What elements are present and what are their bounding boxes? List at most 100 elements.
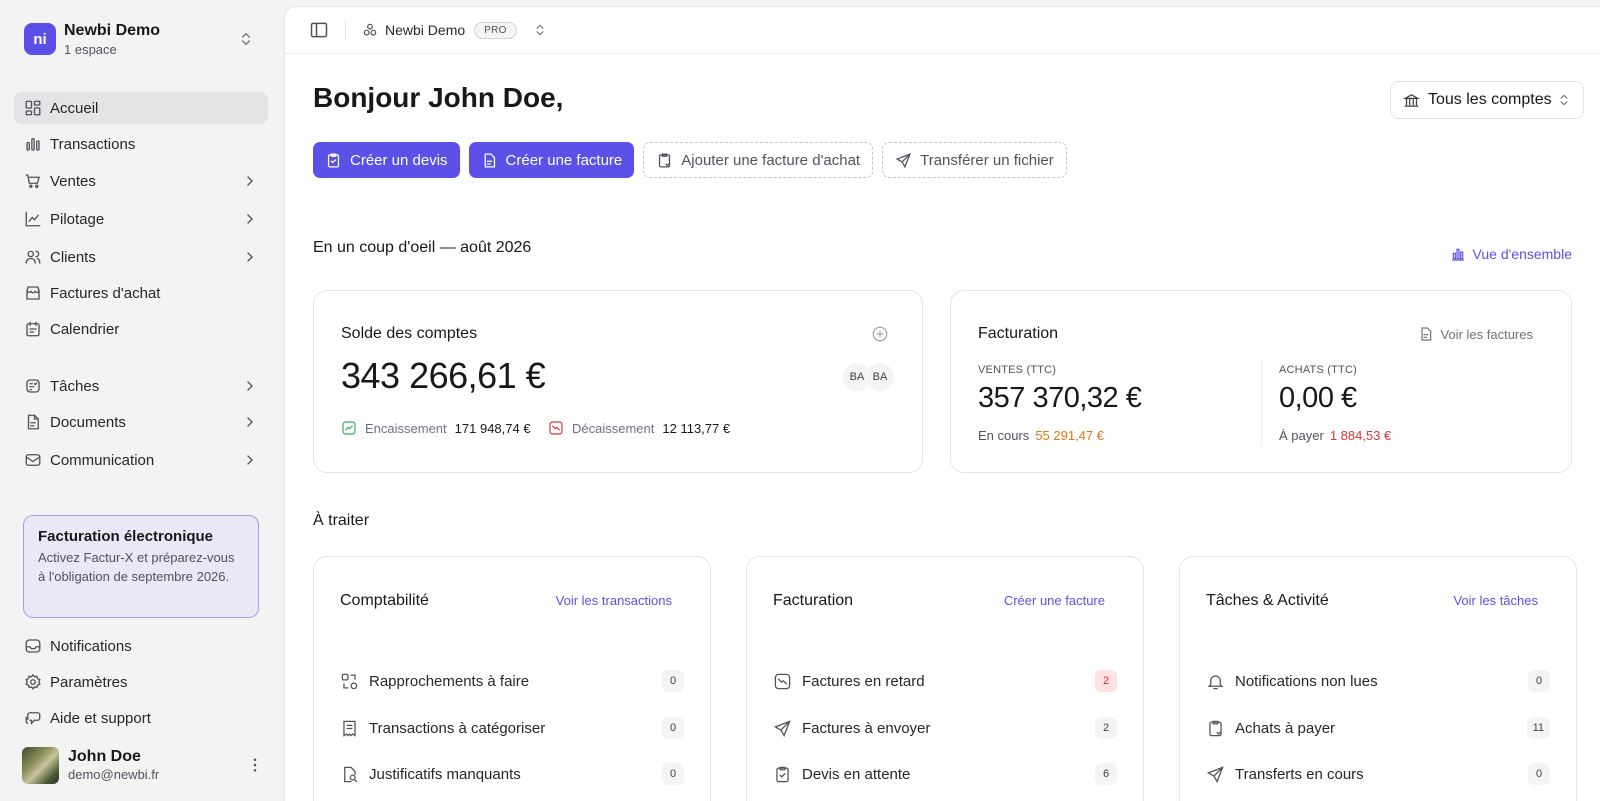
quick-actions: Créer un devis Créer une facture Ajouter…	[313, 142, 1067, 178]
sidebar: ni Newbi Demo 1 espace Accueil Transacti…	[0, 0, 284, 801]
sidebar-item-communication[interactable]: Communication	[14, 444, 268, 476]
promo-title: Facturation électronique	[38, 528, 214, 545]
promo-text: Activez Factur-X et préparez-vous à l'ob…	[38, 550, 235, 584]
purchases-due-label: À payer	[1279, 428, 1324, 443]
chevrons-up-down-icon	[238, 31, 254, 47]
user-email: demo@newbi.fr	[68, 767, 160, 782]
sidebar-item-label: Accueil	[50, 99, 99, 117]
todo-row-label: Rapprochements à faire	[369, 672, 530, 690]
divider	[1261, 361, 1262, 445]
sidebar-item-accueil[interactable]: Accueil	[14, 92, 268, 124]
overview-link-label: Vue d'ensemble	[1472, 246, 1572, 262]
send-icon	[1206, 765, 1224, 783]
account-select-value: Tous les comptes	[1428, 91, 1552, 108]
billing-card: Facturation Voir les factures VENTES (TT…	[950, 290, 1572, 473]
todo-row[interactable]: Justificatifs manquants 0	[340, 762, 684, 786]
sidebar-item-taches[interactable]: Tâches	[14, 370, 268, 402]
todo-row-label: Achats à payer	[1235, 719, 1336, 737]
create-quote-button[interactable]: Créer un devis	[313, 142, 460, 178]
more-vertical-icon[interactable]	[246, 756, 264, 774]
e-invoicing-promo[interactable]: Facturation électronique Activez Factur-…	[23, 515, 259, 618]
sidebar-item-parametres[interactable]: Paramètres	[14, 666, 268, 698]
sidebar-item-label: Pilotage	[50, 210, 105, 228]
view-tasks-link[interactable]: Voir les tâches	[1453, 593, 1538, 608]
sidebar-item-calendrier[interactable]: Calendrier	[14, 313, 268, 345]
workspace-logo-text: ni	[33, 30, 47, 48]
accounting-todo-card: Comptabilité Voir les transactions Rappr…	[313, 556, 711, 801]
trending-up-icon	[342, 421, 356, 435]
workspace-subtitle: 1 espace	[64, 41, 117, 57]
todo-card-title: Tâches & Activité	[1206, 592, 1329, 609]
view-invoices-link[interactable]: Voir les factures	[1418, 326, 1533, 342]
user-menu[interactable]: John Doe demo@newbi.fr	[22, 745, 264, 785]
billing-todo-card: Facturation Créer une facture Factures e…	[746, 556, 1144, 801]
balance-amount: 343 266,61 €	[341, 355, 546, 396]
todo-row[interactable]: Factures à envoyer 2	[773, 716, 1117, 740]
todo-row[interactable]: Rapprochements à faire 0	[340, 669, 684, 693]
add-purchase-invoice-button[interactable]: Ajouter une facture d'achat	[643, 142, 874, 178]
document-icon	[27, 414, 39, 430]
chevrons-up-down-icon	[536, 24, 544, 36]
todo-row-label: Devis en attente	[802, 765, 911, 783]
workspace-text: Newbi Demo 1 espace	[64, 21, 238, 58]
sidebar-item-pilotage[interactable]: Pilotage	[14, 203, 268, 235]
todo-row[interactable]: Achats à payer 11	[1206, 716, 1550, 740]
transfer-file-label: Transférer un fichier	[920, 151, 1054, 169]
view-transactions-link[interactable]: Voir les transactions	[556, 593, 672, 608]
billing-card-title: Facturation	[978, 325, 1059, 342]
create-quote-label: Créer un devis	[350, 151, 448, 169]
balance-card-title: Solde des comptes	[341, 325, 478, 342]
send-icon	[895, 152, 912, 168]
account-select[interactable]: Tous les comptes	[1390, 81, 1584, 119]
purchases-due-value: 1 884,53 €	[1329, 428, 1392, 443]
transfer-file-button[interactable]: Transférer un fichier	[882, 142, 1067, 178]
bar-chart-icon	[26, 138, 40, 151]
add-circle-icon[interactable]	[871, 325, 889, 343]
todo-row-label: Notifications non lues	[1235, 672, 1378, 690]
clipboard-icon	[1209, 720, 1222, 736]
topbar-workspace-switcher[interactable]: Newbi Demo PRO	[362, 21, 547, 39]
user-name: John Doe	[68, 748, 141, 765]
balance-card: Solde des comptes 343 266,61 € BA BA Enc…	[313, 290, 923, 473]
reconcile-icon	[341, 673, 358, 689]
income-value: 171 948,74 €	[454, 420, 531, 436]
todo-row[interactable]: Transactions à catégoriser 0	[340, 716, 684, 740]
count-badge: 2	[1095, 670, 1117, 692]
todo-row[interactable]: Devis en attente 6	[773, 762, 1117, 786]
calendar-icon	[26, 321, 40, 337]
count-badge: 11	[1526, 717, 1550, 739]
sidebar-item-transactions[interactable]: Transactions	[14, 128, 268, 160]
sidebar-item-documents[interactable]: Documents	[14, 406, 268, 438]
todo-row-label: Justificatifs manquants	[369, 765, 521, 783]
bank-badge-label: BA	[872, 371, 888, 383]
todo-row[interactable]: Factures en retard 2	[773, 669, 1117, 693]
glance-title: En un coup d'oeil — août 2026	[313, 239, 532, 256]
sidebar-item-notifications[interactable]: Notifications	[14, 630, 268, 662]
sidebar-item-ventes[interactable]: Ventes	[14, 165, 268, 197]
sidebar-item-aide[interactable]: Aide et support	[14, 702, 268, 734]
purchases-label: ACHATS (TTC)	[1279, 364, 1357, 376]
sidebar-item-label: Aide et support	[50, 709, 151, 727]
sidebar-toggle-icon[interactable]	[309, 20, 329, 40]
mail-icon	[25, 454, 41, 466]
sidebar-item-label: Calendrier	[50, 320, 120, 338]
overview-link[interactable]: Vue d'ensemble	[1450, 246, 1572, 262]
sidebar-item-label: Clients	[50, 248, 96, 266]
todo-row[interactable]: Transferts en cours 0	[1206, 762, 1550, 786]
todo-row[interactable]: Notifications non lues 0	[1206, 669, 1550, 693]
receipt-icon	[343, 720, 356, 737]
create-invoice-link[interactable]: Créer une facture	[1004, 593, 1105, 608]
bank-icon	[1403, 93, 1420, 107]
workspace-name: Newbi Demo	[64, 21, 161, 39]
topbar: Newbi Demo PRO	[285, 7, 1600, 54]
create-invoice-button[interactable]: Créer une facture	[468, 142, 635, 178]
sidebar-item-factures-achat[interactable]: Factures d'achat	[14, 277, 268, 309]
todo-title: À traiter	[313, 512, 370, 529]
workspace-logo: ni	[24, 23, 56, 55]
count-badge: 2	[1095, 717, 1117, 739]
chevron-right-icon	[247, 214, 253, 224]
sidebar-item-clients[interactable]: Clients	[14, 241, 268, 273]
chevron-right-icon	[247, 455, 253, 465]
workspace-switcher[interactable]: ni Newbi Demo 1 espace	[14, 14, 264, 64]
send-icon	[773, 719, 791, 737]
